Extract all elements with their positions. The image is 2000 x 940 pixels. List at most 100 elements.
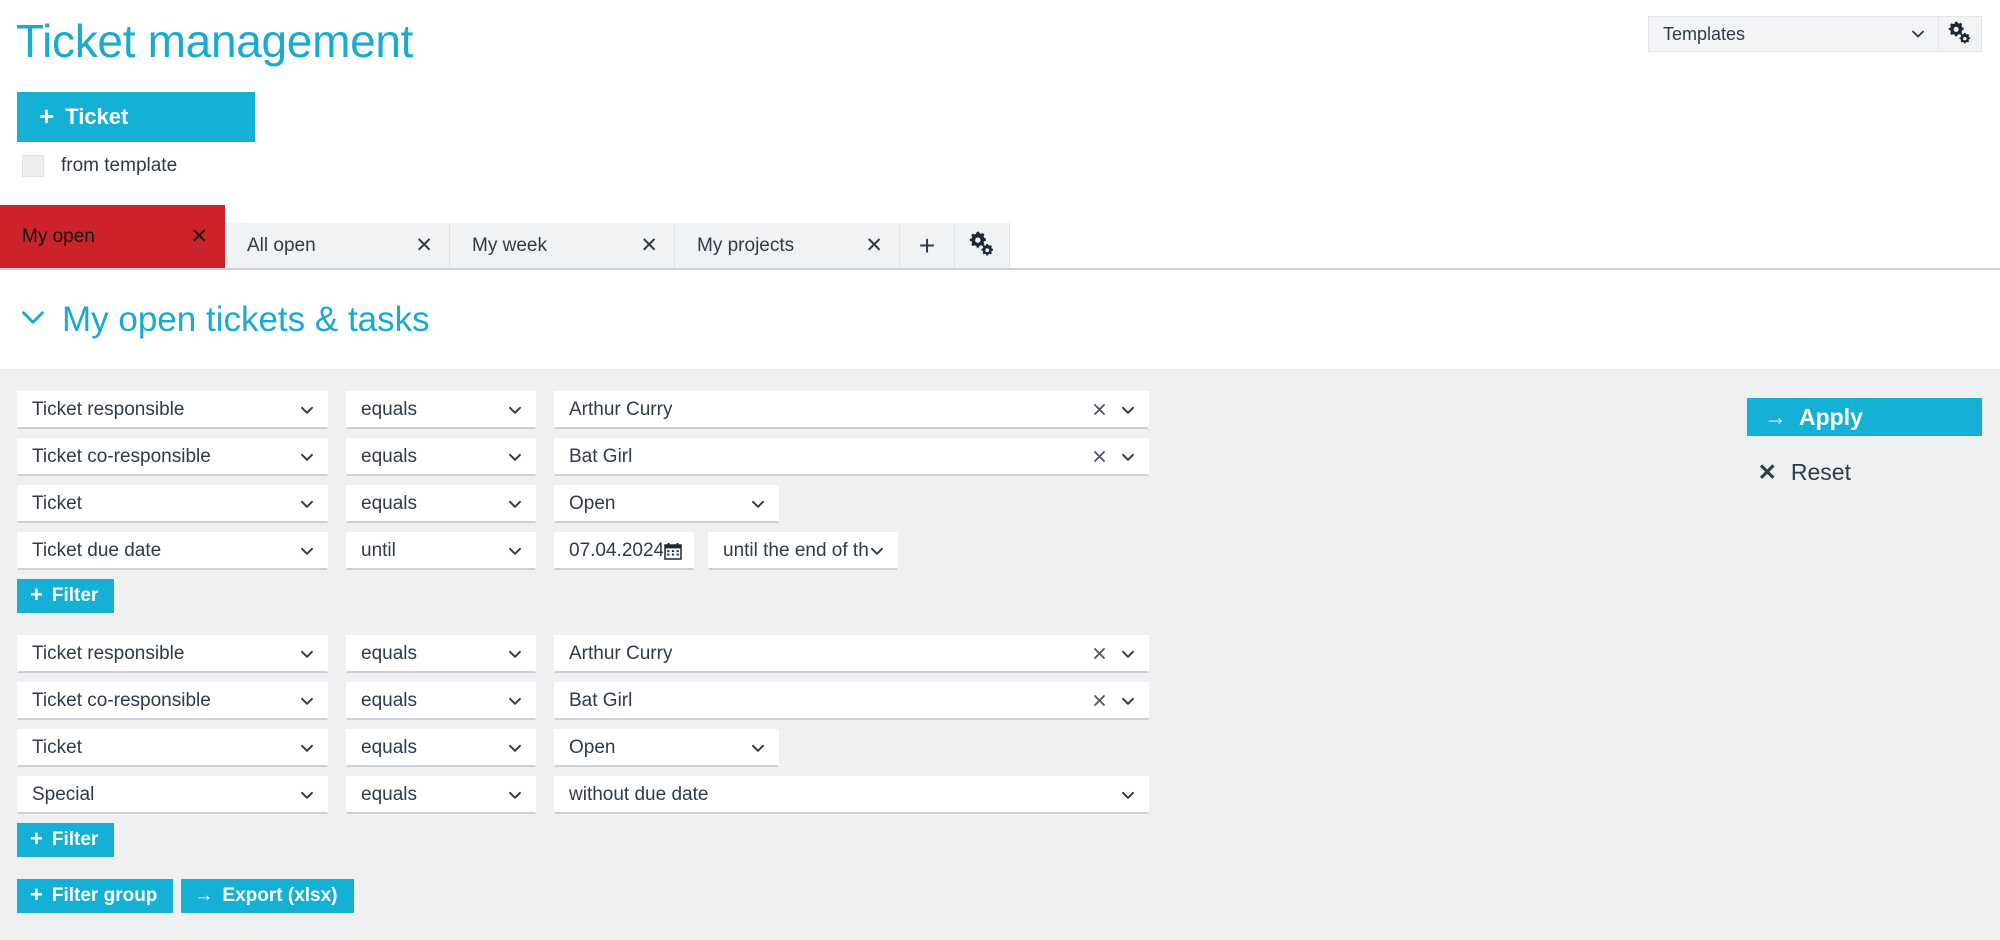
filter-operator-select[interactable]: equals <box>346 776 536 814</box>
tab-my-open[interactable]: My open ✕ <box>0 205 225 268</box>
filter-row: Ticket due date until 07.04.2024 until the … <box>0 532 1400 570</box>
chevron-down-icon <box>507 646 523 662</box>
filter-panel-actions: + Filter group → Export (xlsx) <box>17 879 1400 913</box>
filter-value-select[interactable]: Open <box>554 485 779 523</box>
filter-value-text: Arthur Curry <box>569 398 673 420</box>
chevron-down-icon <box>869 543 885 559</box>
filter-field-select[interactable]: Ticket due date <box>17 532 328 570</box>
filter-group: Ticket responsible equals Arthur Curry Tick… <box>0 635 1400 857</box>
filter-relative-date-select[interactable]: until the end of the w <box>708 532 898 570</box>
chevron-down-icon <box>299 496 315 512</box>
tab-my-projects[interactable]: My projects ✕ <box>675 223 900 268</box>
filter-field-select[interactable]: Ticket co-responsible <box>17 682 328 720</box>
filter-field-value: Ticket due date <box>32 539 162 561</box>
chevron-down-icon <box>507 543 523 559</box>
filter-row: Ticket co-responsible equals Bat Girl <box>0 682 1400 720</box>
from-template-label: from template <box>61 155 178 176</box>
calendar-icon[interactable] <box>663 541 683 561</box>
from-template-checkbox[interactable] <box>22 155 44 177</box>
filter-operator-select[interactable]: until <box>346 532 536 570</box>
filter-row: Ticket responsible equals Arthur Curry <box>0 391 1400 429</box>
double-gear-icon <box>969 230 995 261</box>
filter-relative-date-value: until the end of the w <box>723 539 869 561</box>
tab-close-icon[interactable]: ✕ <box>415 235 433 256</box>
clear-value-icon[interactable] <box>1092 693 1107 708</box>
add-filter-group-button[interactable]: + Filter group <box>17 879 174 913</box>
filter-field-select[interactable]: Ticket <box>17 729 328 767</box>
filter-value-tokenfield[interactable]: Bat Girl <box>554 682 1149 720</box>
filter-group: Ticket responsible equals Arthur Curry Tick… <box>0 391 1400 613</box>
clear-value-icon[interactable] <box>1092 449 1107 464</box>
reset-button[interactable]: ✕ Reset <box>1752 458 1857 487</box>
templates-control: Templates <box>1648 16 1982 52</box>
templates-select[interactable]: Templates <box>1648 16 1938 52</box>
filter-row: Ticket equals Open <box>0 485 1400 523</box>
filter-row: Ticket co-responsible equals Bat Girl <box>0 438 1400 476</box>
filter-field-select[interactable]: Ticket responsible <box>17 635 328 673</box>
filter-operator-select[interactable]: equals <box>346 682 536 720</box>
add-tab-button[interactable]: + <box>900 223 955 268</box>
chevron-down-icon <box>507 449 523 465</box>
tab-all-open[interactable]: All open ✕ <box>225 223 450 268</box>
tab-close-icon[interactable]: ✕ <box>640 235 658 256</box>
add-filter-button[interactable]: + Filter <box>17 823 115 857</box>
filter-field-value: Ticket <box>32 492 82 514</box>
clear-value-icon[interactable] <box>1092 402 1107 417</box>
close-icon: ✕ <box>1757 459 1777 485</box>
filter-row: Ticket responsible equals Arthur Curry <box>0 635 1400 673</box>
chevron-down-icon <box>750 740 766 756</box>
section-header: My open tickets & tasks <box>0 270 2000 370</box>
tab-my-week[interactable]: My week ✕ <box>450 223 675 268</box>
clear-value-icon[interactable] <box>1092 646 1107 661</box>
filter-value-select[interactable]: without due date <box>554 776 1149 814</box>
apply-button[interactable]: → Apply <box>1747 398 1982 436</box>
filter-row: Special equals without due date <box>0 776 1400 814</box>
filter-value-tokenfield[interactable]: Arthur Curry <box>554 635 1149 673</box>
filter-field-select[interactable]: Ticket <box>17 485 328 523</box>
tab-label: All open <box>247 234 316 256</box>
filter-field-value: Ticket co-responsible <box>32 689 211 711</box>
plus-icon: + <box>30 582 43 607</box>
templates-selected-value: Templates <box>1663 23 1746 44</box>
tab-close-icon[interactable]: ✕ <box>190 226 208 247</box>
filter-field-select[interactable]: Ticket co-responsible <box>17 438 328 476</box>
tab-settings-button[interactable] <box>955 223 1010 268</box>
filter-operator-select[interactable]: equals <box>346 438 536 476</box>
chevron-down-icon[interactable] <box>1120 646 1136 662</box>
tab-close-icon[interactable]: ✕ <box>865 235 883 256</box>
add-filter-button[interactable]: + Filter <box>17 579 115 613</box>
filter-value-tokenfield[interactable]: Arthur Curry <box>554 391 1149 429</box>
chevron-down-icon <box>299 787 315 803</box>
filter-operator-value: until <box>361 539 396 561</box>
filter-value-select[interactable]: Open <box>554 729 779 767</box>
chevron-down-icon <box>299 646 315 662</box>
export-label: Export (xlsx) <box>222 885 338 906</box>
filter-operator-select[interactable]: equals <box>346 391 536 429</box>
chevron-down-icon <box>1120 787 1136 803</box>
chevron-down-icon[interactable] <box>1120 402 1136 418</box>
filter-operator-select[interactable]: equals <box>346 485 536 523</box>
add-filter-label: Filter <box>51 585 99 606</box>
chevron-down-icon[interactable] <box>1120 449 1136 465</box>
filter-operator-select[interactable]: equals <box>346 729 536 767</box>
filter-field-select[interactable]: Ticket responsible <box>17 391 328 429</box>
chevron-down-icon <box>507 496 523 512</box>
chevron-down-icon[interactable] <box>18 302 48 337</box>
filter-value-text: Open <box>569 736 616 758</box>
chevron-down-icon <box>299 402 315 418</box>
chevron-down-icon[interactable] <box>1120 693 1136 709</box>
new-ticket-button[interactable]: + Ticket <box>17 92 255 142</box>
filter-field-value: Special <box>32 783 95 805</box>
chevron-down-icon <box>299 740 315 756</box>
chevron-down-icon <box>750 496 766 512</box>
filter-operator-select[interactable]: equals <box>346 635 536 673</box>
arrow-right-icon: → <box>194 885 214 906</box>
filter-operator-value: equals <box>361 492 417 514</box>
filter-value-tokenfield[interactable]: Bat Girl <box>554 438 1149 476</box>
export-xlsx-button[interactable]: → Export (xlsx) <box>181 879 354 913</box>
filter-date-input[interactable]: 07.04.2024 <box>554 532 694 570</box>
filter-field-select[interactable]: Special <box>17 776 328 814</box>
templates-settings-button[interactable] <box>1938 16 1982 52</box>
tab-label: My open <box>22 225 95 247</box>
page-header: Ticket management + Ticket from template… <box>0 0 2000 207</box>
